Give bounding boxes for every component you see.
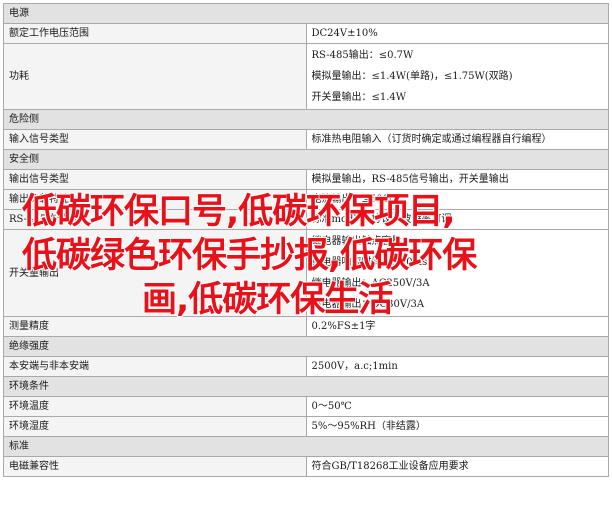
param-name: 额定工作电压范围 [3,23,307,44]
section-label: 标准 [3,436,609,457]
param-value: 0.2%FS±1字 [305,316,609,337]
table-row: 测量精度 0.2%FS±1字 [3,316,609,337]
section-header-row: 绝缘强度 [3,336,609,357]
param-value: 0～50℃ [305,396,609,417]
param-value: 5%～95%RH（非结露） [305,416,609,437]
section-label: 环境条件 [3,376,609,397]
param-value: DC24V±10% [305,23,609,44]
section-label: 危险侧 [3,109,609,130]
table-row: 本安端与非本安端 2500V，a.c;1min [3,356,609,377]
section-header-row: 标准 [3,436,609,457]
table-row: 开关量输出 继电器输出触点容量继电器响应时间：≤10ms 继电器输出：AC250V/… [3,229,609,317]
table-row: 功耗 RS-485输出：≤0.7W 模拟量输出：≤1.4W(单路)，≤1.75W(双… [3,43,609,110]
param-value-line: 开关量输出：≤1.4W [311,92,407,103]
param-name: 输入信号类型 [3,129,307,150]
param-value-line: 继电器响应时间：≤10ms [311,257,428,268]
param-value: RS-485输出：≤0.7W 模拟量输出：≤1.4W(单路)，≤1.75W(双路)… [305,43,609,110]
section-label: 安全侧 [3,149,609,170]
param-name: 本安端与非本安端 [3,356,307,377]
param-value-line: 继电器输出：DC30V/3A [311,299,425,310]
table-row: 输出信号类型 模拟量输出，RS-485信号输出，开关量输出 [3,169,609,190]
section-label: 绝缘强度 [3,336,609,357]
param-name: 测量精度 [3,316,307,337]
param-name: 功耗 [3,43,307,110]
table-row: 输出负载特性 电流输出：≤500Ω [3,189,609,210]
param-name: RS-485信号输出 [3,209,307,230]
param-name: 环境温度 [3,396,307,417]
table-row: 额定工作电压范围 DC24V±10% [3,23,609,44]
param-name: 电磁兼容性 [3,456,307,477]
param-value: 继电器输出触点容量继电器响应时间：≤10ms 继电器输出：AC250V/3A 继电器… [305,229,609,317]
param-value: 模拟量输出，RS-485信号输出，开关量输出 [305,169,609,190]
param-value-line: 继电器输出触点容量 [311,236,402,247]
param-value: 电流输出：≤500Ω [305,189,609,210]
section-header-row: 环境条件 [3,376,609,397]
param-name: 环境湿度 [3,416,307,437]
table-row: 输入信号类型 标准热电阻输入（订货时确定或通过编程器自行编程） [3,129,609,150]
section-header-row: 安全侧 [3,149,609,170]
param-name: 开关量输出 [3,229,307,317]
param-value-line: RS-485输出：≤0.7W [311,50,414,61]
param-name: 输出负载特性 [3,189,307,210]
param-value: 标准热电阻输入（订货时确定或通过编程器自行编程） [305,129,609,150]
param-value-line: 模拟量输出：≤1.4W(单路)，≤1.75W(双路) [311,71,513,82]
param-value: 2500V，a.c;1min [305,356,609,377]
table-row: 电磁兼容性 符合GB/T18268工业设备应用要求 [3,456,609,477]
param-value: 标准modbus协议，波特率可调 [305,209,609,230]
table-row: 环境温度 0～50℃ [3,396,609,417]
section-label: 电源 [3,3,609,24]
param-value: 符合GB/T18268工业设备应用要求 [305,456,609,477]
table-row: 环境湿度 5%～95%RH（非结露） [3,416,609,437]
param-name: 输出信号类型 [3,169,307,190]
param-value-line: 继电器输出：AC250V/3A [311,278,430,289]
table-row: RS-485信号输出 标准modbus协议，波特率可调 [3,209,609,230]
spec-table: 电源 额定工作电压范围 DC24V±10% 功耗 RS-485输出：≤0.7W 模拟量输出… [3,3,609,477]
section-header-row: 电源 [3,3,609,24]
section-header-row: 危险侧 [3,109,609,130]
